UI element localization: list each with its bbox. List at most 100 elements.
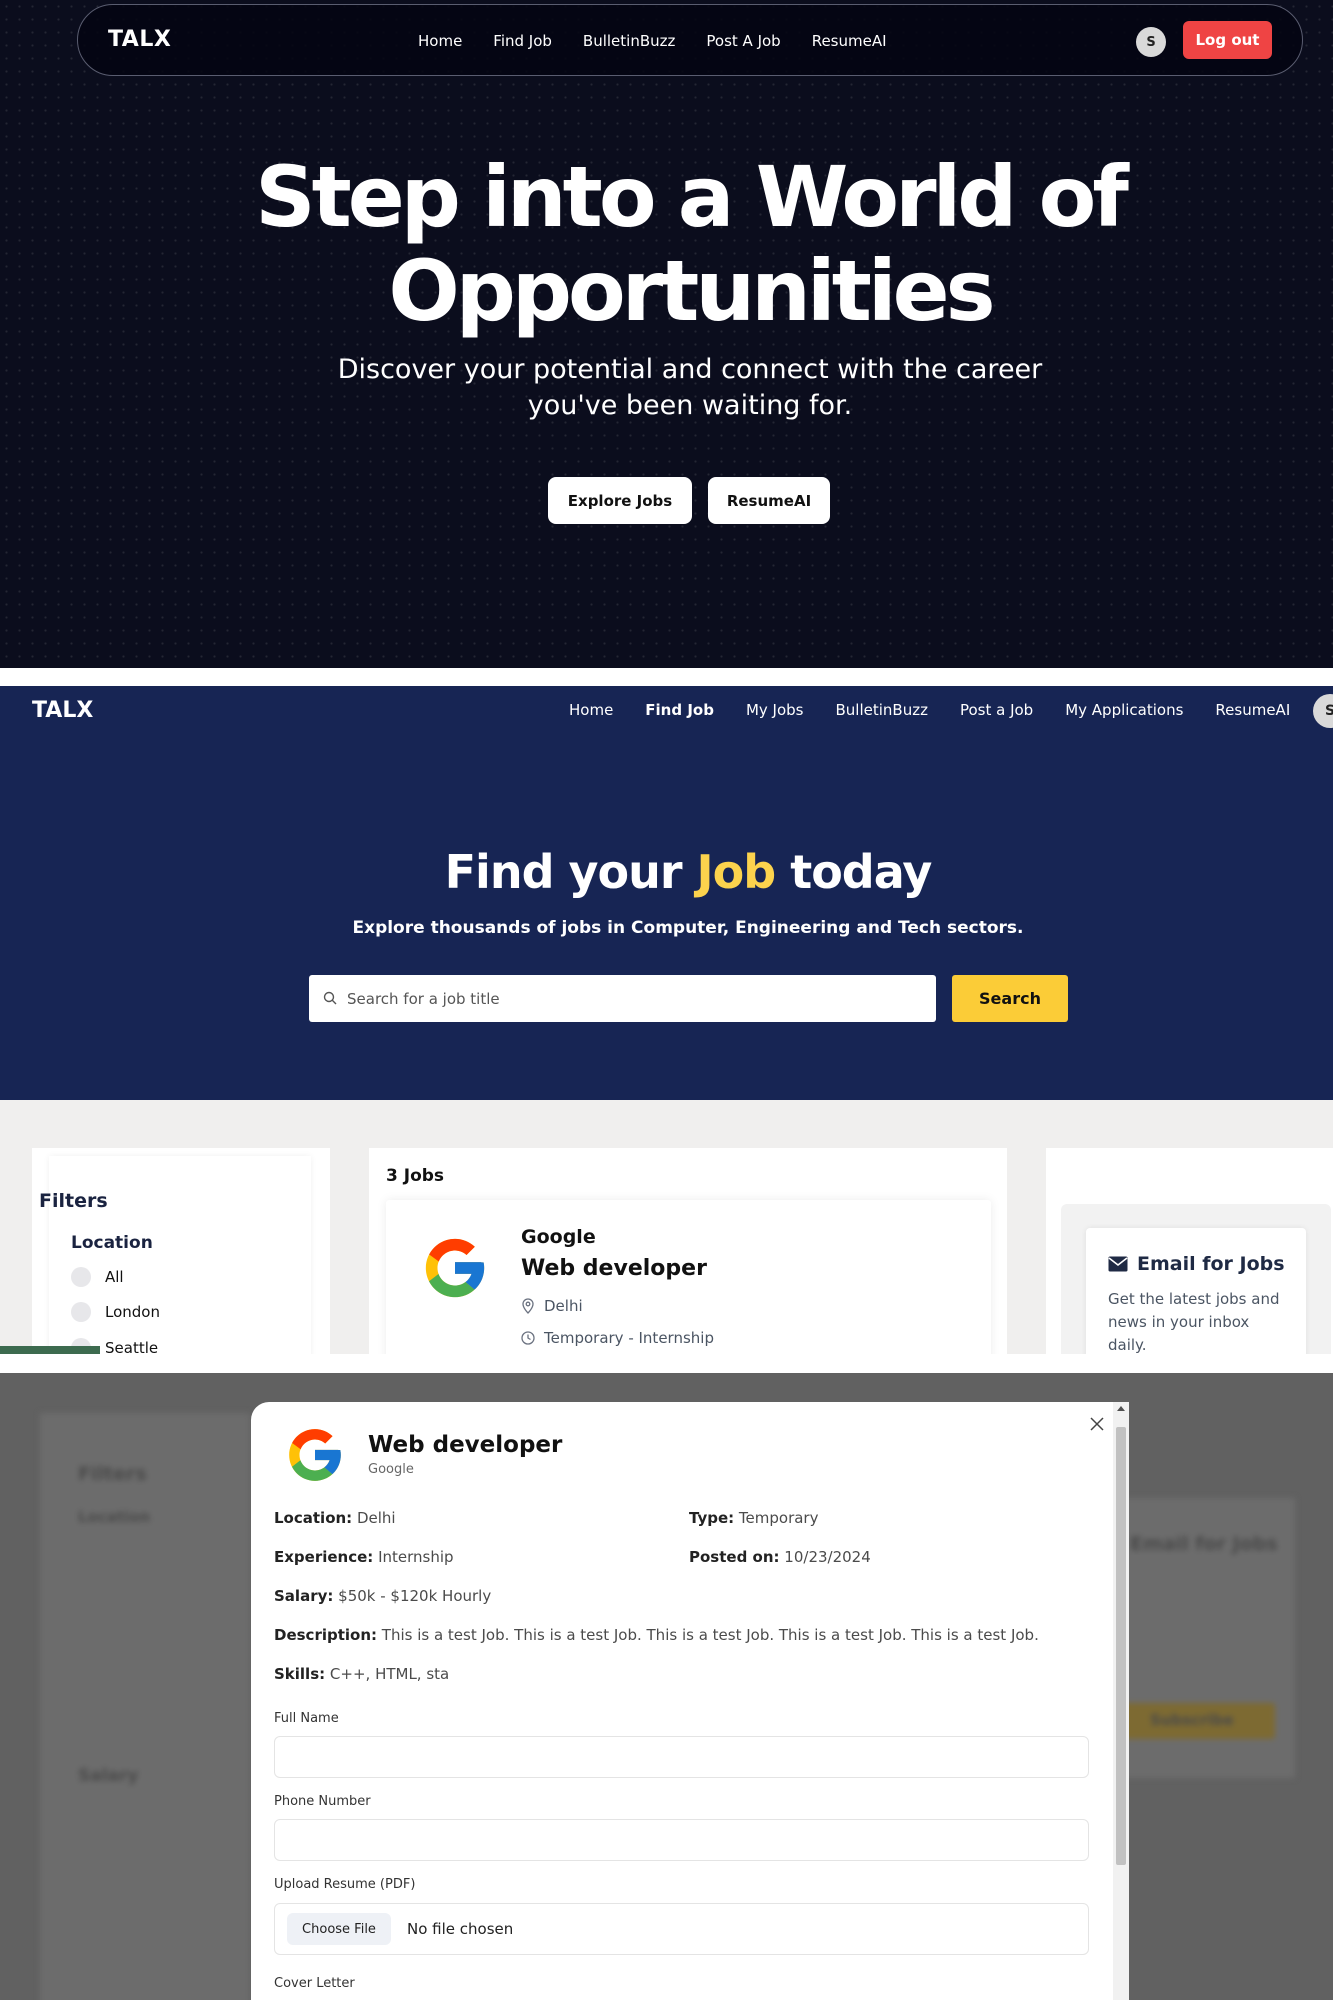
find-job-screenshot: TALX Home Find Job My Jobs BulletinBuzz … xyxy=(0,686,1333,1354)
modal-job-title: Web developer xyxy=(368,1432,563,1458)
title-highlight: Job xyxy=(696,845,777,899)
title-suffix: today xyxy=(775,845,932,899)
salary-label: Salary: xyxy=(274,1587,334,1605)
phone-number-input[interactable] xyxy=(274,1819,1089,1861)
modal-company: Google xyxy=(368,1462,414,1477)
modal-description: Description: This is a test Job. This is… xyxy=(274,1626,1039,1644)
hero-title: Step into a World of Opportunities xyxy=(0,150,1333,338)
job-application-modal: Web developer Google Location: Delhi Typ… xyxy=(251,1402,1129,2000)
nav-bulletinbuzz[interactable]: BulletinBuzz xyxy=(835,701,927,719)
envelope-icon xyxy=(1108,1256,1128,1272)
nav-my-jobs[interactable]: My Jobs xyxy=(746,701,804,719)
scroll-up-arrow-icon[interactable] xyxy=(1117,1406,1125,1411)
nav-find-job[interactable]: Find Job xyxy=(493,32,552,50)
nav-my-applications[interactable]: My Applications xyxy=(1065,701,1183,719)
modal-salary: Salary: $50k - $120k Hourly xyxy=(274,1587,491,1605)
job-location: Delhi xyxy=(521,1297,583,1315)
bg-email-title: Email for Jobs xyxy=(1130,1533,1278,1555)
job-company: Google xyxy=(521,1226,596,1248)
job-type-text: Temporary - Internship xyxy=(544,1329,714,1347)
job-title[interactable]: Web developer xyxy=(521,1256,707,1281)
email-card-text-line-3: daily. xyxy=(1108,1336,1147,1354)
nav-find-job[interactable]: Find Job xyxy=(645,701,714,719)
explore-jobs-button[interactable]: Explore Jobs xyxy=(548,477,692,524)
option-label: London xyxy=(105,1303,160,1321)
bg-filters-panel xyxy=(40,1413,250,2000)
search-bar xyxy=(309,975,936,1022)
email-card-text-line-2: news in your inbox xyxy=(1108,1313,1250,1331)
google-logo-icon xyxy=(289,1429,341,1481)
search-icon xyxy=(323,991,337,1005)
type-value: Temporary xyxy=(738,1509,819,1527)
title-prefix: Find your xyxy=(444,845,697,899)
radio-button[interactable] xyxy=(71,1302,91,1322)
location-option-london[interactable]: London xyxy=(71,1302,160,1322)
top-navbar: TALX Home Find Job BulletinBuzz Post A J… xyxy=(77,4,1303,76)
logout-button[interactable]: Log out xyxy=(1183,21,1272,59)
skills-value: C++, HTML, sta xyxy=(329,1665,450,1683)
modal-location: Location: Delhi xyxy=(274,1509,396,1527)
bg-filters-title: Filters xyxy=(78,1463,147,1485)
hero-subtitle: Discover your potential and connect with… xyxy=(330,352,1050,424)
google-logo-icon xyxy=(425,1238,485,1298)
feedback-tab[interactable] xyxy=(0,1346,100,1354)
choose-file-button[interactable]: Choose File xyxy=(287,1913,391,1945)
search-button[interactable]: Search xyxy=(952,975,1068,1022)
filters-title: Filters xyxy=(39,1190,108,1212)
email-for-jobs-card: Email for Jobs Get the latest jobs and n… xyxy=(1086,1228,1306,1354)
posted-label: Posted on: xyxy=(689,1548,780,1566)
description-label: Description: xyxy=(274,1626,378,1644)
job-type: Temporary - Internship xyxy=(521,1329,714,1347)
resume-file-input[interactable]: Choose File No file chosen xyxy=(274,1903,1089,1955)
email-card-title-text: Email for Jobs xyxy=(1137,1253,1285,1275)
nav-links: Home Find Job My Jobs BulletinBuzz Post … xyxy=(569,701,1290,719)
modal-posted: Posted on: 10/23/2024 xyxy=(689,1548,871,1566)
jobs-count: 3 Jobs xyxy=(386,1166,445,1186)
resumeai-button[interactable]: ResumeAI xyxy=(708,477,830,524)
bg-location-label: Location xyxy=(78,1508,151,1526)
email-card-text: Get the latest jobs and news in your inb… xyxy=(1108,1288,1298,1354)
close-icon[interactable] xyxy=(1089,1416,1105,1432)
posted-value: 10/23/2024 xyxy=(784,1548,871,1566)
job-card[interactable]: Google Web developer Delhi Temporary - I… xyxy=(386,1200,991,1354)
location-filter-label: Location xyxy=(71,1233,153,1253)
nav-post-a-job[interactable]: Post a Job xyxy=(960,701,1033,719)
description-value: This is a test Job. This is a test Job. … xyxy=(381,1626,1039,1644)
email-card-text-line-1: Get the latest jobs and xyxy=(1108,1290,1280,1308)
type-label: Type: xyxy=(689,1509,735,1527)
page-title: Find your Job today xyxy=(0,845,1333,899)
nav-resumeai[interactable]: ResumeAI xyxy=(1215,701,1290,719)
job-modal-screenshot: Filters Location Salary Email for Jobs S… xyxy=(0,1373,1333,2000)
filters-card xyxy=(49,1156,311,1354)
brand-logo[interactable]: TALX xyxy=(32,698,93,723)
nav-post-a-job[interactable]: Post A Job xyxy=(706,32,780,50)
salary-value: $50k - $120k Hourly xyxy=(338,1587,492,1605)
phone-number-label: Phone Number xyxy=(274,1794,371,1809)
experience-label: Experience: xyxy=(274,1548,374,1566)
nav-resumeai[interactable]: ResumeAI xyxy=(812,32,887,50)
map-pin-icon xyxy=(522,1298,534,1314)
user-avatar[interactable]: S xyxy=(1313,694,1333,728)
location-option-all[interactable]: All xyxy=(71,1267,124,1287)
nav-bulletinbuzz[interactable]: BulletinBuzz xyxy=(583,32,675,50)
skills-label: Skills: xyxy=(274,1665,326,1683)
scrollbar-thumb[interactable] xyxy=(1116,1427,1126,1865)
right-sidebar: Email for Jobs Get the latest jobs and n… xyxy=(1046,1148,1333,1354)
experience-value: Internship xyxy=(378,1548,454,1566)
hero-title-line-1: Step into a World of xyxy=(255,148,1129,246)
find-job-hero: TALX Home Find Job My Jobs BulletinBuzz … xyxy=(0,686,1333,1100)
radio-button[interactable] xyxy=(71,1267,91,1287)
cover-letter-label: Cover Letter xyxy=(274,1976,355,1991)
search-input[interactable] xyxy=(347,975,927,1022)
modal-skills: Skills: C++, HTML, sta xyxy=(274,1665,449,1683)
upload-resume-label: Upload Resume (PDF) xyxy=(274,1877,416,1892)
no-file-chosen-text: No file chosen xyxy=(407,1920,514,1938)
brand-logo[interactable]: TALX xyxy=(108,27,171,52)
email-card-title: Email for Jobs xyxy=(1108,1253,1285,1275)
user-avatar[interactable]: S xyxy=(1136,27,1166,57)
nav-home[interactable]: Home xyxy=(569,701,613,719)
hero-subtitle-line-2: you've been waiting for. xyxy=(527,390,853,421)
full-name-input[interactable] xyxy=(274,1736,1089,1778)
modal-scrollbar[interactable] xyxy=(1113,1402,1129,2000)
nav-home[interactable]: Home xyxy=(418,32,462,50)
